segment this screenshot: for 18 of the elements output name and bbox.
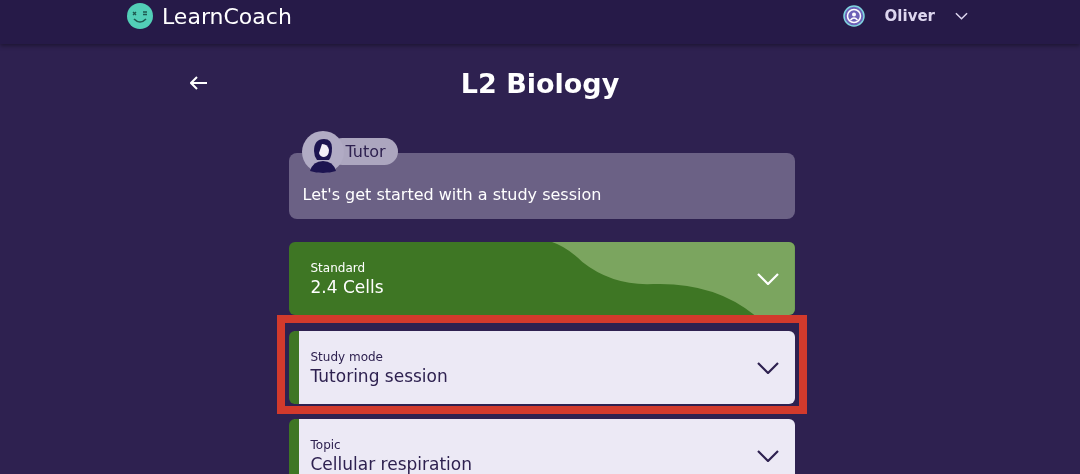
back-arrow-icon[interactable] (190, 76, 208, 90)
smiley-logo-icon (127, 3, 153, 29)
dropdown-value: Cellular respiration (310, 453, 472, 474)
tutor-message: Let's get started with a study session (302, 185, 602, 204)
dropdown-value: 2.4 Cells (310, 276, 384, 297)
chevron-down-icon[interactable] (756, 361, 779, 374)
dropdown-selector[interactable]: Study mode Tutoring session (288, 331, 795, 404)
dropdown-selector[interactable]: Standard 2.4 Cells (288, 242, 795, 315)
page-title: L2 Biology (460, 67, 620, 99)
brand-name: LearnCoach (162, 3, 292, 29)
dropdown-label: Standard (310, 260, 367, 275)
dropdown-selector[interactable]: Topic Cellular respiration (288, 419, 795, 474)
dropdown-label: Topic (310, 437, 342, 452)
dropdown-value: Tutoring session (310, 365, 448, 386)
chevron-down-icon[interactable] (756, 449, 779, 462)
dropdown-label: Study mode (310, 349, 384, 364)
user-name[interactable]: Oliver (884, 7, 935, 25)
user-avatar-icon[interactable] (842, 5, 865, 27)
